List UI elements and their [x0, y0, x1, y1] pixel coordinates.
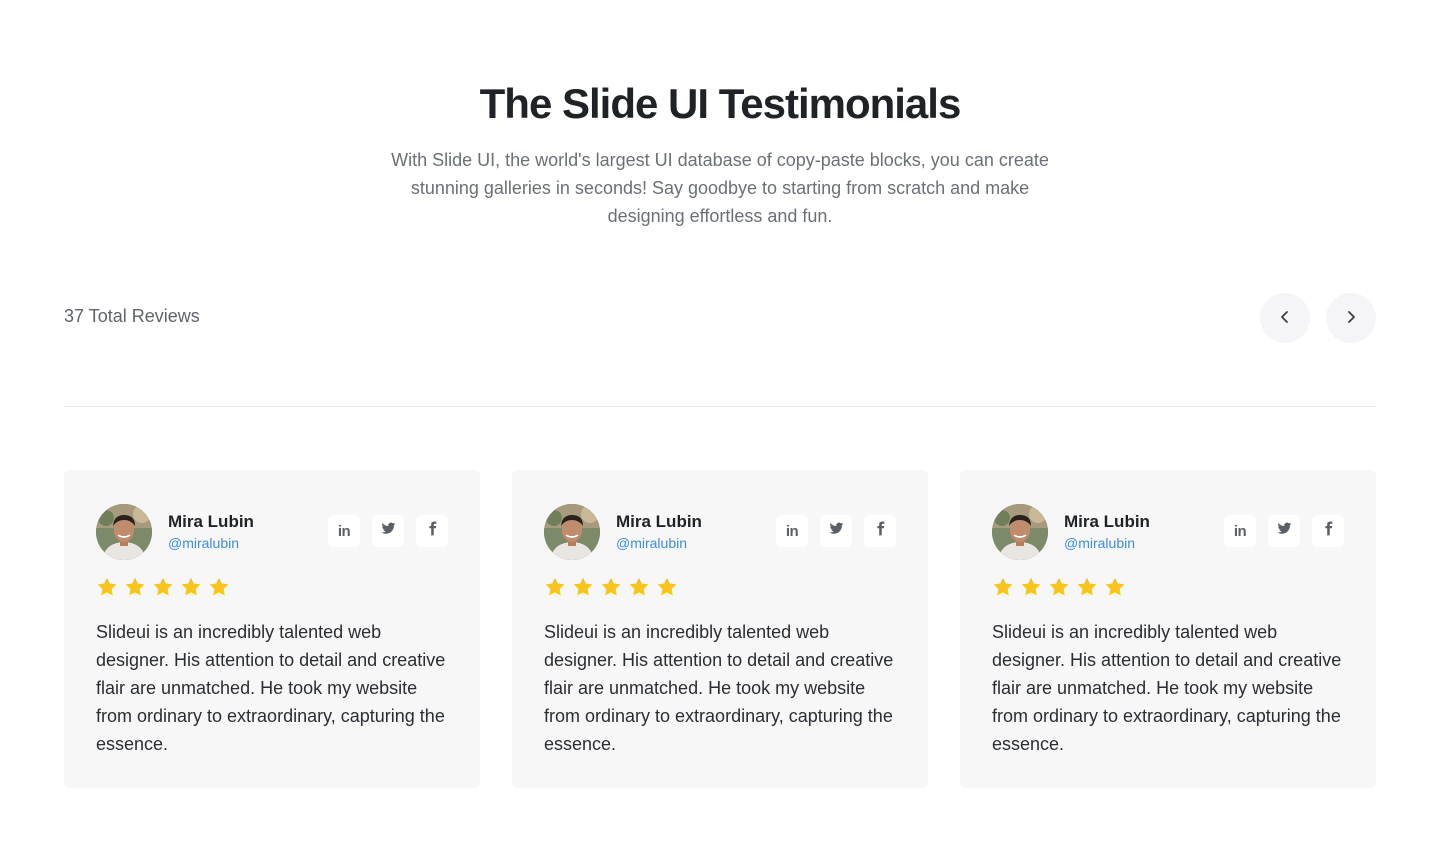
star-icon [992, 576, 1014, 598]
author-name: Mira Lubin [168, 512, 254, 531]
twitter-icon [1277, 521, 1292, 541]
total-reviews-count: 37 Total Reviews [64, 306, 200, 326]
review-text: Slideui is an incredibly talented web de… [96, 622, 446, 754]
author-handle[interactable]: @miralubin [1064, 535, 1135, 551]
review-text: Slideui is an incredibly talented web de… [992, 622, 1342, 754]
twitter-button[interactable] [372, 515, 404, 547]
card-header: Mira Lubin @miralubin in [544, 502, 896, 560]
chevron-right-icon [1343, 309, 1359, 328]
facebook-button[interactable] [864, 515, 896, 547]
star-icon [628, 576, 650, 598]
author-name: Mira Lubin [1064, 512, 1150, 531]
social-links: in [776, 515, 896, 547]
star-icon [124, 576, 146, 598]
review-text: Slideui is an incredibly talented web de… [544, 622, 894, 754]
star-rating [544, 576, 896, 600]
star-icon [1020, 576, 1042, 598]
star-icon [544, 576, 566, 598]
author-handle[interactable]: @miralubin [168, 535, 239, 551]
star-rating [992, 576, 1344, 600]
star-icon [180, 576, 202, 598]
star-icon [152, 576, 174, 598]
social-links: in [328, 515, 448, 547]
next-button[interactable] [1326, 293, 1376, 343]
card-header: Mira Lubin @miralubin in [96, 502, 448, 560]
testimonial-card: Mira Lubin @miralubin in Slideui is an i… [512, 470, 928, 788]
page-subtitle: With Slide UI, the world's largest UI da… [391, 150, 1049, 226]
testimonial-card: Mira Lubin @miralubin in Slideui is an i… [64, 470, 480, 788]
twitter-icon [829, 521, 844, 541]
star-icon [1076, 576, 1098, 598]
star-icon [572, 576, 594, 598]
card-header: Mira Lubin @miralubin in [992, 502, 1344, 560]
linkedin-icon: in [337, 522, 351, 540]
linkedin-button[interactable]: in [1224, 515, 1256, 547]
linkedin-icon: in [1233, 522, 1247, 540]
author-handle[interactable]: @miralubin [616, 535, 687, 551]
avatar [544, 504, 600, 560]
facebook-icon [425, 521, 440, 541]
star-icon [1048, 576, 1070, 598]
avatar [96, 504, 152, 560]
star-icon [1104, 576, 1126, 598]
twitter-icon [381, 521, 396, 541]
facebook-icon [873, 521, 888, 541]
avatar [992, 504, 1048, 560]
facebook-icon [1321, 521, 1336, 541]
page-title: The Slide UI Testimonials [479, 80, 962, 127]
linkedin-icon: in [785, 522, 799, 540]
star-rating [96, 576, 448, 600]
star-icon [208, 576, 230, 598]
linkedin-button[interactable]: in [776, 515, 808, 547]
testimonial-card: Mira Lubin @miralubin in Slideui is an i… [960, 470, 1376, 788]
testimonial-cards: Mira Lubin @miralubin in Slideui is an i… [64, 470, 1376, 788]
previous-button[interactable] [1260, 293, 1310, 343]
facebook-button[interactable] [416, 515, 448, 547]
divider [64, 406, 1376, 407]
social-links: in [1224, 515, 1344, 547]
linkedin-button[interactable]: in [328, 515, 360, 547]
twitter-button[interactable] [1268, 515, 1300, 547]
twitter-button[interactable] [820, 515, 852, 547]
author-name: Mira Lubin [616, 512, 702, 531]
star-icon [656, 576, 678, 598]
star-icon [96, 576, 118, 598]
star-icon [600, 576, 622, 598]
chevron-left-icon [1277, 309, 1293, 328]
facebook-button[interactable] [1312, 515, 1344, 547]
